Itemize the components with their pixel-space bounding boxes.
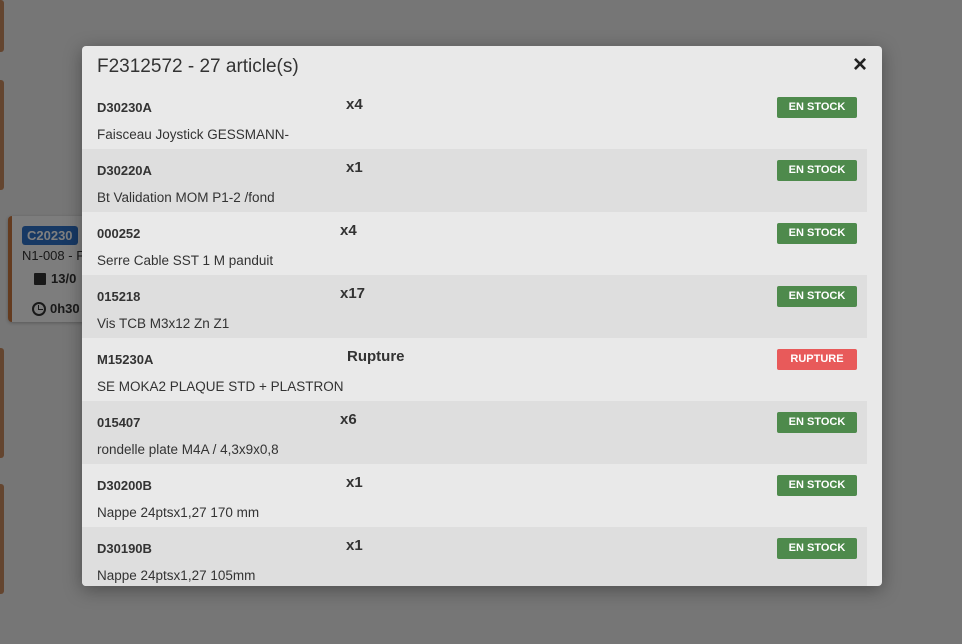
status-badge: EN STOCK: [777, 538, 857, 559]
item-code: 015407: [97, 415, 141, 430]
item-quantity: x6: [340, 411, 357, 428]
modal-title: F2312572 - 27 article(s): [97, 56, 299, 77]
item-description: Nappe 24ptsx1,27 105mm: [97, 568, 256, 583]
item-description: Serre Cable SST 1 M panduit: [97, 253, 274, 268]
list-item: M15230A Rupture SE MOKA2 PLAQUE STD + PLAS…: [82, 338, 867, 401]
item-description: Bt Validation MOM P1-2 /fond: [97, 190, 275, 205]
status-badge: EN STOCK: [777, 286, 857, 307]
status-badge: EN STOCK: [777, 97, 857, 118]
list-item: D30220A x1 Bt Validation MOM P1-2 /fond EN …: [82, 149, 867, 212]
status-badge: EN STOCK: [777, 475, 857, 496]
item-code: 000252: [97, 226, 141, 241]
list-item: D30230A x4 Faisceau Joystick GESSMANN- EN S…: [82, 86, 867, 149]
status-badge: RUPTURE: [777, 349, 857, 370]
item-code: D30200B: [97, 478, 152, 493]
list-item: D30200B x1 Nappe 24ptsx1,27 170 mm EN STOCK: [82, 464, 867, 527]
item-code: D30190B: [97, 541, 152, 556]
status-badge: EN STOCK: [777, 223, 857, 244]
item-code: D30220A: [97, 163, 152, 178]
status-badge: EN STOCK: [777, 412, 857, 433]
item-description: Nappe 24ptsx1,27 170 mm: [97, 505, 260, 520]
item-description: Faisceau Joystick GESSMANN-: [97, 127, 290, 142]
item-description: rondelle plate M4A / 4,3x9x0,8: [97, 442, 279, 457]
item-quantity: Rupture: [347, 348, 405, 365]
list-item: 015218 x17 Vis TCB M3x12 Zn Z1 EN STOCK: [82, 275, 867, 338]
list-item: D30190B x1 Nappe 24ptsx1,27 105mm EN STOCK: [82, 527, 867, 586]
close-icon[interactable]: ×: [850, 53, 870, 77]
item-quantity: x1: [346, 537, 363, 554]
item-quantity: x4: [346, 96, 363, 113]
list-item: 015407 x6 rondelle plate M4A / 4,3x9x0,8 EN…: [82, 401, 867, 464]
order-items-modal: F2312572 - 27 article(s) × D30230A x4 Fais…: [82, 46, 882, 586]
items-list: D30230A x4 Faisceau Joystick GESSMANN- EN S…: [82, 86, 867, 586]
item-code: 015218: [97, 289, 141, 304]
item-description: SE MOKA2 PLAQUE STD + PLASTRON: [97, 379, 344, 394]
item-quantity: x17: [340, 285, 366, 302]
item-quantity: x1: [346, 159, 363, 176]
item-description: Vis TCB M3x12 Zn Z1: [97, 316, 230, 331]
item-code: M15230A: [97, 352, 154, 367]
item-quantity: x4: [340, 222, 357, 239]
item-quantity: x1: [346, 474, 363, 491]
status-badge: EN STOCK: [777, 160, 857, 181]
list-item: 000252 x4 Serre Cable SST 1 M panduit EN ST…: [82, 212, 867, 275]
item-code: D30230A: [97, 100, 152, 115]
